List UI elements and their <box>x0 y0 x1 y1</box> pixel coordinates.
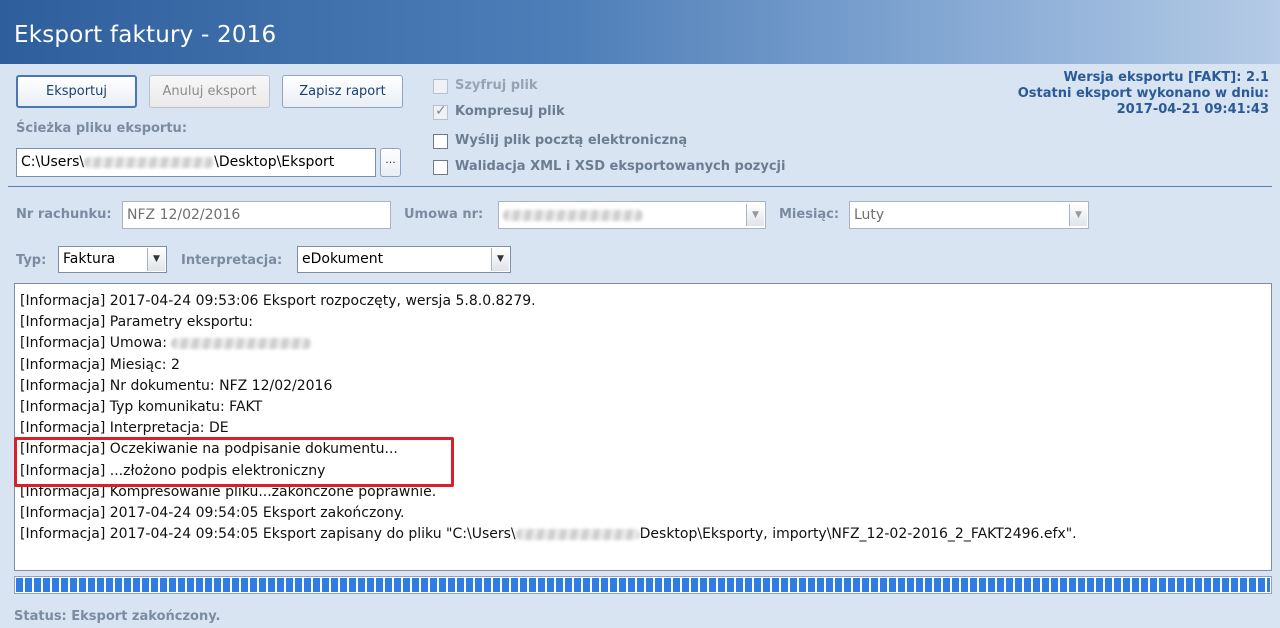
encrypt-checkbox[interactable] <box>433 79 448 94</box>
invoice-number-input[interactable]: NFZ 12/02/2016 <box>122 201 391 229</box>
title-bar: Eksport faktury - 2016 <box>0 0 1280 64</box>
log-line-text: [Informacja] 2017-04-24 09:54:05 Eksport… <box>20 526 516 543</box>
chevron-down-icon[interactable]: ▼ <box>1069 204 1087 226</box>
log-line: [Informacja] 2017-04-24 09:53:06 Eksport… <box>20 293 536 309</box>
log-line-suffix: Desktop\Eksporty, importy\NFZ_12-02-2016… <box>639 526 1077 543</box>
contract-number-select[interactable]: ▼ <box>498 201 766 229</box>
send-email-checkbox[interactable] <box>433 134 448 149</box>
redacted-contract <box>503 209 643 221</box>
export-progress-bar <box>14 576 1272 594</box>
redacted-username <box>515 528 640 540</box>
export-path-prefix: C:\Users\ <box>21 154 85 170</box>
log-line: [Informacja] 2017-04-24 09:54:05 Eksport… <box>20 504 405 521</box>
log-line: [Informacja] Miesiąc: 2 <box>20 356 180 373</box>
status-text: Status: Eksport zakończony. <box>14 609 221 624</box>
compress-checkbox[interactable]: ✓ <box>433 103 448 120</box>
month-select[interactable]: Luty ▼ <box>849 201 1089 229</box>
type-label: Typ: <box>16 253 47 268</box>
contract-number-label: Umowa nr: <box>404 207 484 222</box>
window-title: Eksport faktury - 2016 <box>14 22 277 48</box>
month-value: Luty <box>854 207 885 223</box>
signature-highlight-box <box>14 437 454 487</box>
type-value: Faktura <box>63 251 116 267</box>
export-path-input[interactable]: C:\Users\ \Desktop\Eksport <box>16 148 376 177</box>
section-divider <box>8 186 1272 187</box>
last-export-label: Ostatni eksport wykonano w dniu: <box>1017 86 1269 101</box>
log-line: [Informacja] Umowa: <box>20 333 1271 354</box>
export-log[interactable]: [Informacja] 2017-04-24 09:53:06 Eksport… <box>14 283 1272 571</box>
compress-label: Kompresuj plik <box>455 104 565 119</box>
export-version: Wersja eksportu [FAKT]: 2.1 <box>1063 70 1269 85</box>
cancel-export-button[interactable]: Anuluj eksport <box>149 75 270 108</box>
redacted-contract <box>171 337 312 349</box>
interpretation-label: Interpretacja: <box>181 253 283 268</box>
checkmark-icon: ✓ <box>435 103 447 119</box>
month-label: Miesiąc: <box>779 207 840 222</box>
xml-validation-checkbox[interactable] <box>433 160 448 175</box>
interpretation-select[interactable]: eDokument ▼ <box>297 246 511 273</box>
export-path-suffix: \Desktop\Eksport <box>214 154 335 170</box>
send-email-label: Wyślij plik pocztą elektroniczną <box>455 133 688 148</box>
redacted-username <box>84 156 215 168</box>
log-line-text: [Informacja] Umowa: <box>20 335 172 352</box>
log-line: [Informacja] Nr dokumentu: NFZ 12/02/201… <box>20 377 333 394</box>
export-button[interactable]: Eksportuj <box>16 75 137 108</box>
log-line: [Informacja] Parametry eksportu: <box>20 314 254 331</box>
last-export-date: 2017-04-21 09:41:43 <box>1116 102 1269 117</box>
chevron-down-icon[interactable]: ▼ <box>147 248 165 271</box>
log-line: [Informacja] Typ komunikatu: FAKT <box>20 398 263 415</box>
invoice-number-label: Nr rachunku: <box>16 207 112 222</box>
chevron-down-icon[interactable]: ▼ <box>491 248 509 271</box>
save-report-button[interactable]: Zapisz raport <box>282 75 403 108</box>
encrypt-label: Szyfruj plik <box>455 78 538 93</box>
export-path-label: Ścieżka pliku eksportu: <box>16 121 188 136</box>
xml-validation-label: Walidacja XML i XSD eksportowanych pozyc… <box>455 159 786 174</box>
interpretation-value: eDokument <box>302 251 384 267</box>
progress-fill <box>16 578 1270 592</box>
browse-path-button[interactable]: ... <box>380 148 401 177</box>
type-select[interactable]: Faktura ▼ <box>58 246 167 273</box>
chevron-down-icon[interactable]: ▼ <box>746 204 764 226</box>
log-line: [Informacja] 2017-04-24 09:54:05 Eksport… <box>20 524 1271 545</box>
